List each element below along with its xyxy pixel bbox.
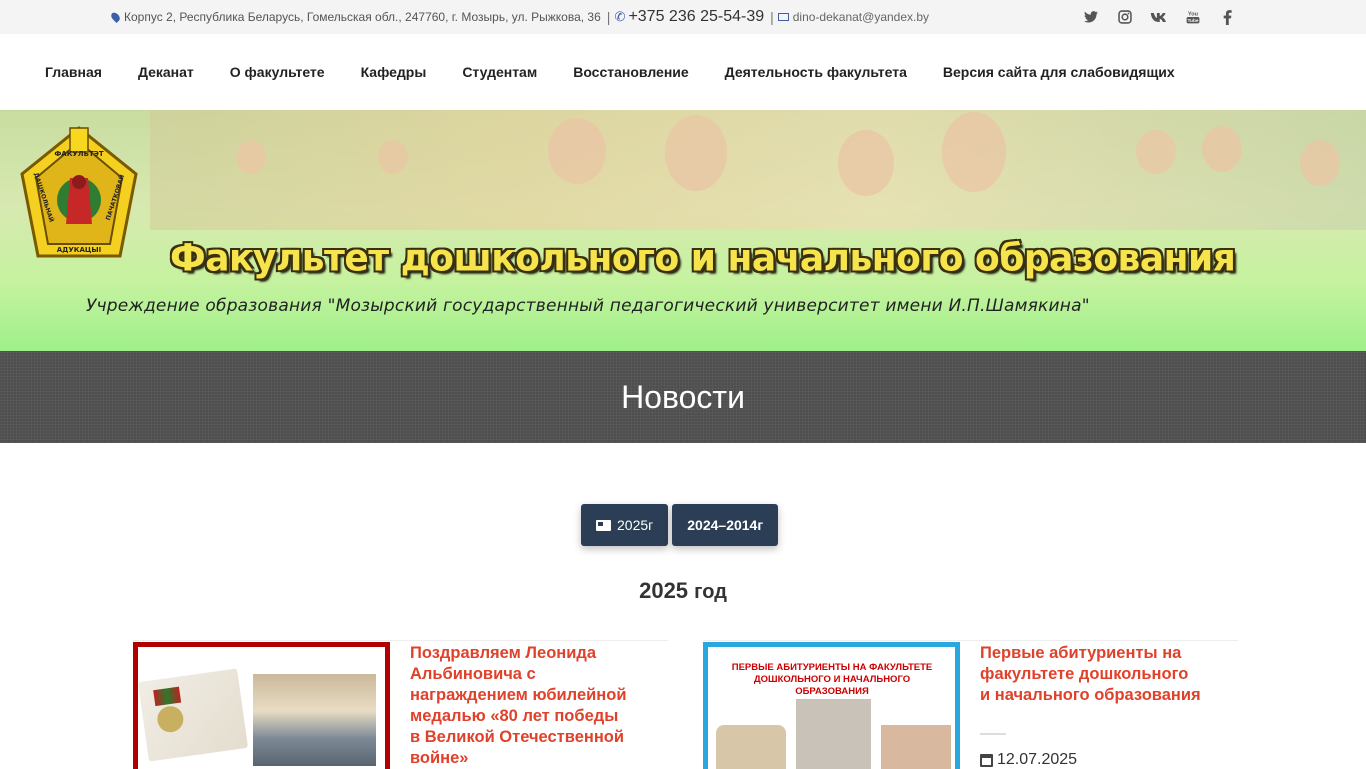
medal-photo <box>138 668 249 762</box>
facebook-icon[interactable] <box>1210 0 1244 34</box>
twitter-icon[interactable] <box>1074 0 1108 34</box>
year-button-2025[interactable]: 2025г <box>581 504 669 546</box>
top-bar: Корпус 2, Республика Беларусь, Гомельска… <box>0 0 1366 34</box>
contact-info: Корпус 2, Республика Беларусь, Гомельска… <box>109 0 930 34</box>
banner-title: Факультет дошкольного и начального образ… <box>170 236 1236 281</box>
banner-photo-figure <box>236 140 266 174</box>
banner-photo-figure <box>838 130 894 196</box>
nav-item-home[interactable]: Главная <box>27 64 120 80</box>
envelope-icon <box>777 13 789 21</box>
year-button-label: 2024–2014г <box>687 517 764 533</box>
banner-photo-figure <box>548 118 606 184</box>
poster-photo <box>796 699 871 769</box>
calendar-icon <box>980 753 993 767</box>
year-filter: 2025г 2024–2014г <box>581 504 779 546</box>
banner-photo-figure <box>1300 140 1340 186</box>
nav-item-activities[interactable]: Деятельность факультета <box>707 64 925 80</box>
news-date: 12.07.2025 <box>980 751 1077 769</box>
poster-photo <box>716 725 786 769</box>
svg-text:Tube: Tube <box>1187 18 1198 24</box>
divider: | <box>606 9 611 25</box>
youtube-icon[interactable]: You Tube <box>1176 0 1210 34</box>
phone-icon: ✆ <box>614 9 626 24</box>
banner-subtitle: Учреждение образования "Мозырский госуда… <box>86 296 1090 316</box>
faculty-emblem: ФАКУЛЬТЭТ ДАШКОЛЬНАЙ ПАЧАТКОВАЙ АДУКАЦЫІ <box>20 126 138 258</box>
divider: | <box>770 9 774 25</box>
nav-item-accessibility[interactable]: Версия сайта для слабовидящих <box>925 64 1193 80</box>
email-link[interactable]: dino-dekanat@yandex.by <box>777 10 930 24</box>
section-year-suffix: год <box>694 581 727 603</box>
banner-photo-figure <box>665 115 727 191</box>
poster-photo <box>881 725 951 769</box>
nav-item-about[interactable]: О факультете <box>212 64 343 80</box>
group-photo <box>253 674 376 766</box>
nav-item-dean-office[interactable]: Деканат <box>120 64 212 80</box>
section-title: 2025 год <box>0 578 1366 604</box>
emblem-text: АДУКАЦЫІ <box>57 246 102 254</box>
phone-link[interactable]: ✆ +375 236 25-54-39 <box>614 8 764 26</box>
section-year: 2025 <box>639 578 689 603</box>
poster-image: ПЕРВЫЕ АБИТУРИЕНТЫ НА ФАКУЛЬТЕТЕ ДОШКОЛЬ… <box>708 647 955 769</box>
banner-photo <box>150 110 1366 230</box>
svg-text:You: You <box>1188 11 1199 17</box>
title-underline <box>980 733 1006 735</box>
news-card[interactable]: ПЕРВЫЕ АБИТУРИЕНТЫ НА ФАКУЛЬТЕТЕ ДОШКОЛЬ… <box>703 640 1238 769</box>
banner-photo-figure <box>1202 126 1242 172</box>
vk-icon[interactable] <box>1142 0 1176 34</box>
address-text: Корпус 2, Республика Беларусь, Гомельска… <box>124 10 601 24</box>
emblem-text: ФАКУЛЬТЭТ <box>54 150 104 158</box>
poster-text: ПЕРВЫЕ АБИТУРИЕНТЫ НА ФАКУЛЬТЕТЕ ДОШКОЛЬ… <box>731 662 933 697</box>
news-thumbnail[interactable]: ПЕРВЫЕ АБИТУРИЕНТЫ НА ФАКУЛЬТЕТЕ ДОШКОЛЬ… <box>703 642 960 769</box>
social-links: You Tube <box>1074 0 1244 34</box>
page-title: Новости <box>621 378 745 415</box>
year-button-label: 2025г <box>617 517 654 533</box>
year-button-archive[interactable]: 2024–2014г <box>672 504 779 546</box>
banner-photo-figure <box>942 112 1006 192</box>
page-heading-band: Новости <box>0 351 1366 443</box>
banner-photo-figure <box>1136 130 1176 174</box>
instagram-icon[interactable] <box>1108 0 1142 34</box>
nav-item-students[interactable]: Студентам <box>444 64 555 80</box>
header-banner: ФАКУЛЬТЭТ ДАШКОЛЬНАЙ ПАЧАТКОВАЙ АДУКАЦЫІ… <box>0 110 1366 351</box>
banner-photo-figure <box>378 140 408 174</box>
phone-text: +375 236 25-54-39 <box>628 8 765 25</box>
news-title-link[interactable]: Первые абитуриенты на факультете дошколь… <box>980 643 1202 706</box>
news-card[interactable]: Поздравляем Леонида Альбиновича с награж… <box>133 640 668 769</box>
newspaper-icon <box>596 519 611 531</box>
main-navigation: Главная Деканат О факультете Кафедры Сту… <box>0 34 1366 110</box>
news-date-text: 12.07.2025 <box>997 751 1078 768</box>
news-thumbnail[interactable] <box>133 642 390 769</box>
email-text: dino-dekanat@yandex.by <box>792 10 930 24</box>
map-marker-icon <box>109 10 122 24</box>
news-title-link[interactable]: Поздравляем Леонида Альбиновича с награж… <box>410 643 632 769</box>
nav-item-departments[interactable]: Кафедры <box>343 64 445 80</box>
nav-item-restoration[interactable]: Восстановление <box>555 64 706 80</box>
